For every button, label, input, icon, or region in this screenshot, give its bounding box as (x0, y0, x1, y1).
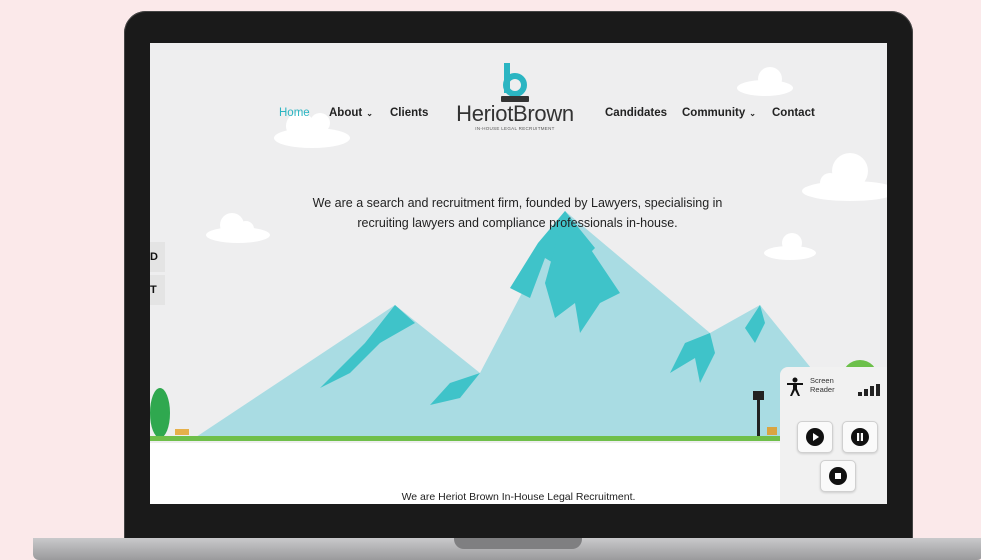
site-logo[interactable]: HeriotBrown IN-HOUSE LEGAL RECRUITMENT (450, 63, 580, 131)
logo-b-icon (501, 63, 529, 102)
nav-about[interactable]: About ⌄ (329, 107, 373, 119)
side-tab-1[interactable]: D (150, 242, 165, 272)
stop-button[interactable] (820, 460, 856, 492)
screen-reader-label-line: Reader (810, 385, 835, 394)
logo-wordmark: HeriotBrown (456, 101, 574, 126)
nav-community[interactable]: Community ⌄ (682, 107, 756, 119)
grass-strip (150, 436, 887, 441)
screen-reader-widget: Screen Reader (780, 367, 887, 504)
stop-icon (829, 467, 847, 485)
nav-about-label: About (329, 107, 363, 119)
nav-home[interactable]: Home (279, 107, 310, 119)
pause-icon (851, 428, 869, 446)
chevron-down-icon: ⌄ (749, 109, 756, 118)
chevron-down-icon: ⌄ (366, 109, 373, 118)
hero-tagline: We are a search and recruitment firm, fo… (290, 193, 745, 233)
laptop-notch (454, 538, 582, 549)
nav-clients[interactable]: Clients (390, 107, 428, 119)
tagline-line: We are a search and recruitment firm, fo… (312, 196, 723, 210)
mountain-illustration (190, 211, 870, 441)
pause-button[interactable] (842, 421, 878, 453)
accessibility-icon (787, 377, 803, 396)
screen-reader-label: Screen Reader (810, 376, 835, 394)
play-button[interactable] (797, 421, 833, 453)
nav-candidates[interactable]: Candidates (605, 107, 667, 119)
side-tab-2[interactable]: T (150, 275, 165, 305)
intro-text: We are Heriot Brown In-House Legal Recru… (401, 491, 636, 503)
tagline-line: recruiting lawyers and compliance profes… (357, 216, 678, 230)
hero-section: Home About ⌄ Clients HeriotBrown IN-HOUSE… (150, 43, 887, 443)
screen-reader-label-line: Screen (810, 376, 834, 385)
nav-community-label: Community (682, 107, 746, 119)
signal-bars-icon (858, 384, 880, 396)
play-icon (806, 428, 824, 446)
website-viewport: Home About ⌄ Clients HeriotBrown IN-HOUSE… (150, 43, 887, 504)
nav-contact[interactable]: Contact (772, 107, 815, 119)
